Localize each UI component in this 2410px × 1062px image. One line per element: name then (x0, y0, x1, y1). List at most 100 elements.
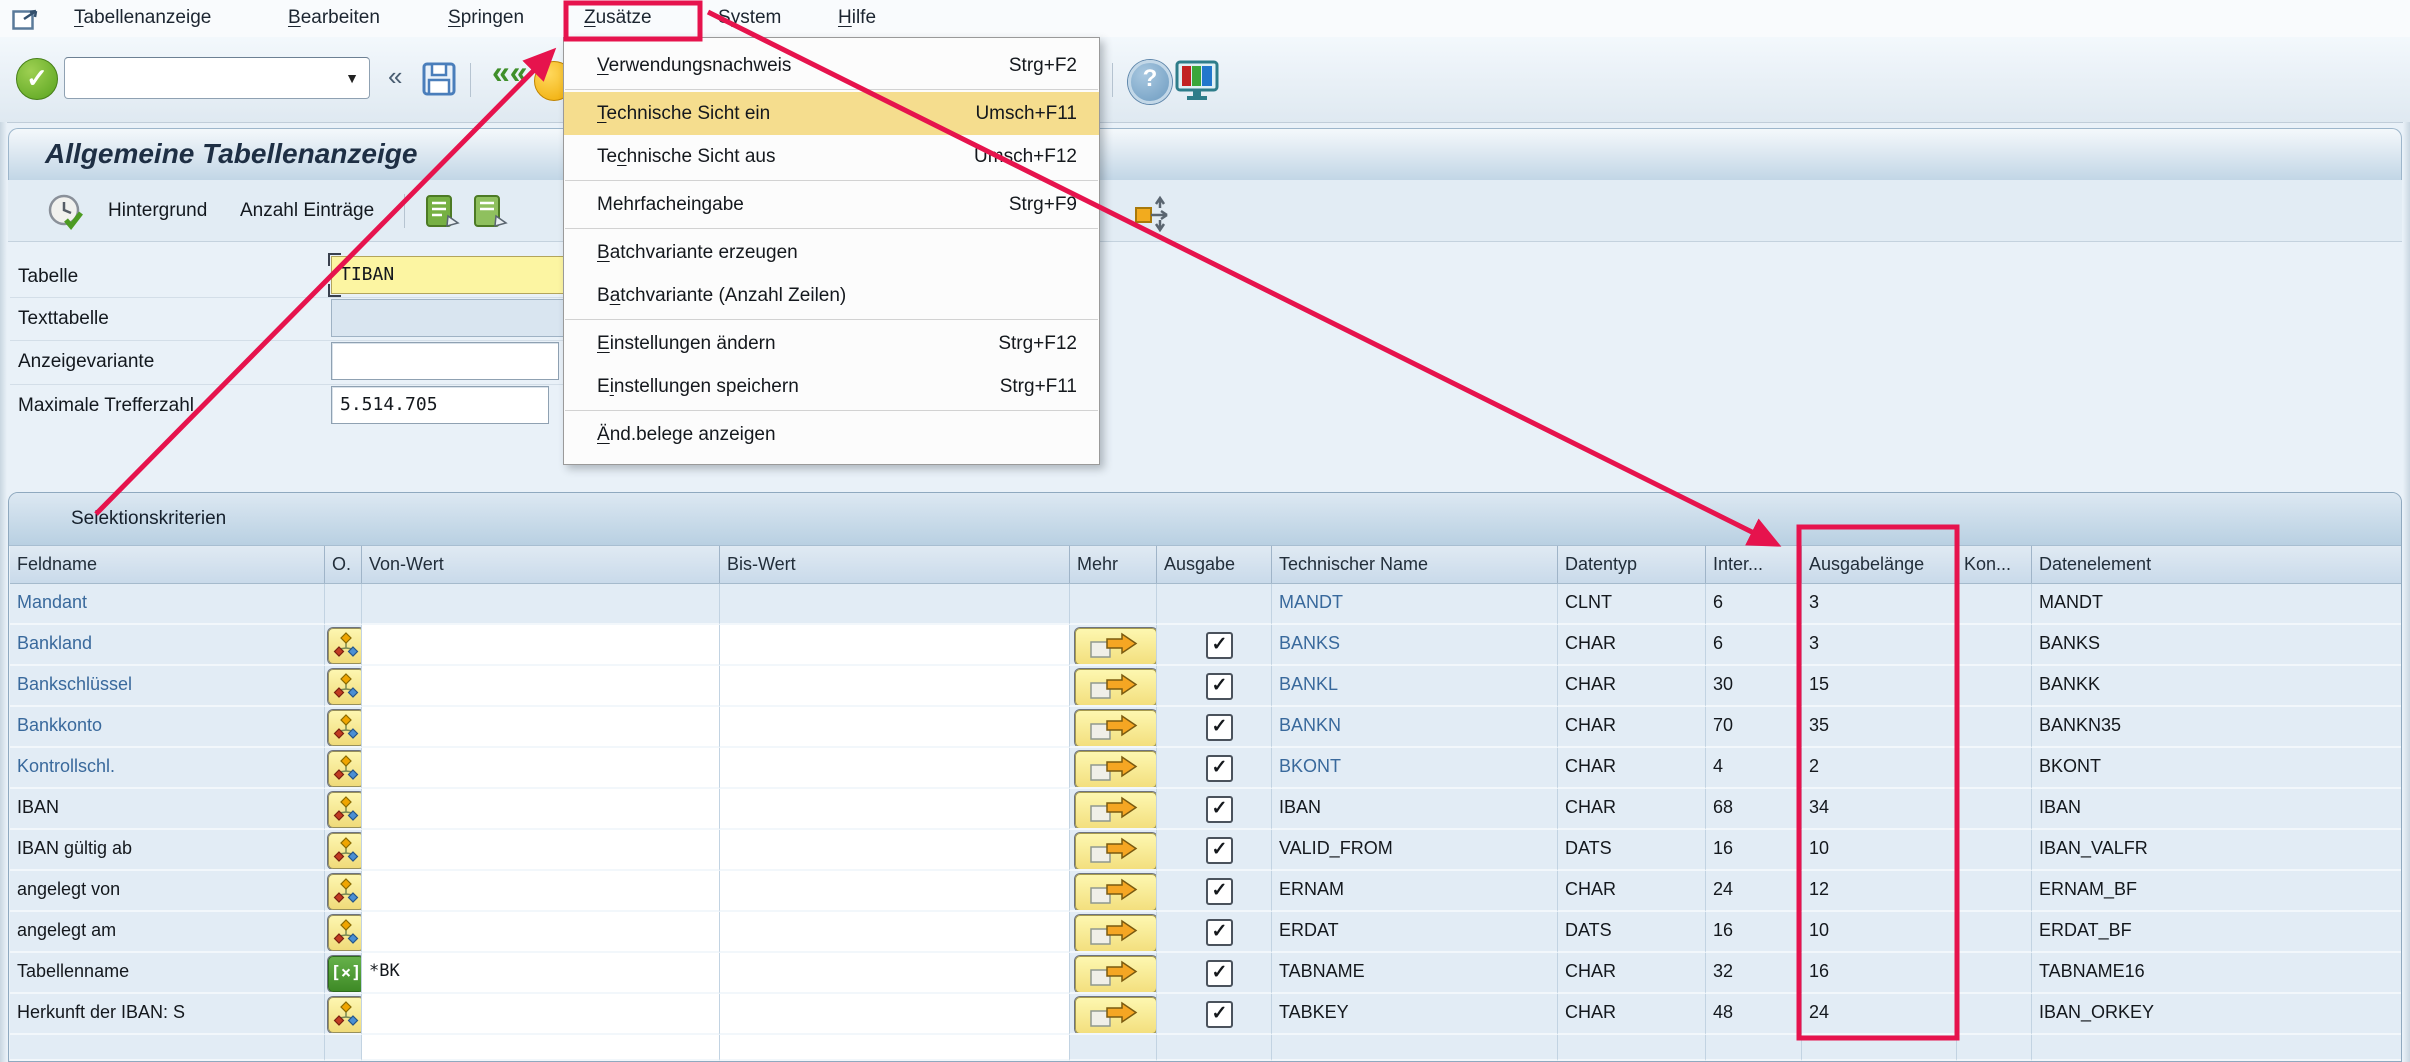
cell-ausgabe[interactable]: ✓ (1157, 748, 1272, 789)
mehr-button[interactable] (1075, 669, 1157, 706)
cell-mehr[interactable] (1070, 953, 1157, 994)
cell-ausgabe[interactable]: ✓ (1157, 994, 1272, 1035)
ausgabe-checkbox[interactable]: ✓ (1206, 960, 1233, 987)
column-header-ausgabelänge[interactable]: Ausgabelänge (1802, 546, 1957, 583)
chevron-down-icon[interactable]: ▼ (345, 70, 359, 86)
column-header-inter-[interactable]: Inter... (1706, 546, 1802, 583)
cell-mehr[interactable] (1070, 666, 1157, 707)
select-all-icon[interactable] (424, 194, 462, 230)
customize-layout-icon[interactable] (1174, 59, 1220, 101)
cell-option[interactable] (325, 707, 362, 748)
control-menu-icon[interactable] (12, 8, 40, 30)
cell-bis-wert[interactable] (720, 625, 1070, 666)
menubar-item-system[interactable]: System (718, 0, 781, 36)
field-selection-icon[interactable] (1132, 194, 1176, 232)
cell-option[interactable] (325, 789, 362, 830)
menubar-item-springen[interactable]: Springen (448, 0, 524, 36)
menu-item-einstellungen-ändern[interactable]: Einstellungen ändernStrg+F12 (564, 322, 1099, 365)
ausgabe-checkbox[interactable]: ✓ (1206, 714, 1233, 741)
cell-ausgabe[interactable]: ✓ (1157, 666, 1272, 707)
cell-mehr[interactable] (1070, 830, 1157, 871)
column-header-feldname[interactable]: Feldname (10, 546, 325, 583)
ausgabe-checkbox[interactable]: ✓ (1206, 673, 1233, 700)
cell-bis-wert[interactable] (720, 666, 1070, 707)
mehr-button[interactable] (1075, 997, 1157, 1034)
cell-bis-wert[interactable] (720, 830, 1070, 871)
selection-options-icon[interactable] (328, 751, 362, 787)
menubar-item-tabellenanzeige[interactable]: Tabellenanzeige (74, 0, 211, 36)
column-header-kon-[interactable]: Kon... (1957, 546, 2032, 583)
command-field[interactable]: ▼ (64, 57, 370, 99)
save-icon[interactable] (420, 60, 458, 98)
cell-ausgabe[interactable]: ✓ (1157, 912, 1272, 953)
menubar-item-bearbeiten[interactable]: Bearbeiten (288, 0, 380, 36)
cell-mehr[interactable] (1070, 748, 1157, 789)
cell-bis-wert[interactable] (720, 953, 1070, 994)
cell-von-wert[interactable]: *BK (362, 953, 720, 994)
column-header-mehr[interactable]: Mehr (1070, 546, 1157, 583)
ausgabe-checkbox[interactable]: ✓ (1206, 632, 1233, 659)
menu-item-änd-belege-anzeigen[interactable]: Änd.belege anzeigen (564, 413, 1099, 456)
ausgabe-checkbox[interactable]: ✓ (1206, 919, 1233, 946)
cell-option[interactable]: [×] (325, 953, 362, 994)
cell-von-wert[interactable] (362, 707, 720, 748)
cell-option[interactable] (325, 830, 362, 871)
menu-item-batchvariante-anzahl-zeilen-[interactable]: Batchvariante (Anzahl Zeilen) (564, 274, 1099, 317)
menubar-item-hilfe[interactable]: Hilfe (838, 0, 876, 36)
selection-options-icon[interactable] (328, 628, 362, 664)
mehr-button[interactable] (1075, 751, 1157, 788)
cell-mehr[interactable] (1070, 789, 1157, 830)
menubar-item-zus-tze[interactable]: Zusätze (584, 0, 652, 36)
cell-von-wert[interactable] (362, 912, 720, 953)
cell-mehr[interactable] (1070, 707, 1157, 748)
cell-bis-wert[interactable] (720, 789, 1070, 830)
cell-bis-wert[interactable] (720, 748, 1070, 789)
cell-von-wert[interactable] (362, 666, 720, 707)
selection-options-icon[interactable] (328, 833, 362, 869)
help-icon[interactable]: ? (1128, 60, 1172, 104)
hintergrund-button[interactable]: Hintergrund (108, 180, 207, 242)
back-icon[interactable]: «« (492, 54, 528, 91)
cell-von-wert[interactable] (362, 625, 720, 666)
cell-bis-wert[interactable] (720, 707, 1070, 748)
mehr-button[interactable] (1075, 956, 1157, 993)
mehr-button[interactable] (1075, 915, 1157, 952)
enter-icon[interactable]: ✓ (16, 58, 58, 100)
cell-ausgabe[interactable]: ✓ (1157, 871, 1272, 912)
cell-von-wert[interactable] (362, 830, 720, 871)
cell-ausgabe[interactable]: ✓ (1157, 789, 1272, 830)
menu-item-verwendungsnachweis[interactable]: VerwendungsnachweisStrg+F2 (564, 44, 1099, 87)
cell-bis-wert[interactable] (720, 1035, 1070, 1061)
cell-mehr[interactable] (1070, 871, 1157, 912)
column-header-o-[interactable]: O. (325, 546, 362, 583)
selection-options-icon[interactable] (328, 792, 362, 828)
selection-options-icon[interactable] (328, 710, 362, 746)
cell-ausgabe[interactable]: ✓ (1157, 953, 1272, 994)
selection-options-icon[interactable] (328, 997, 362, 1033)
cell-von-wert[interactable] (362, 789, 720, 830)
column-header-technischer-name[interactable]: Technischer Name (1272, 546, 1558, 583)
ausgabe-checkbox[interactable]: ✓ (1206, 878, 1233, 905)
cell-mehr[interactable] (1070, 912, 1157, 953)
cell-von-wert[interactable] (362, 748, 720, 789)
cell-mehr[interactable] (1070, 625, 1157, 666)
anzeigevariante-input[interactable] (331, 342, 559, 380)
column-header-von-wert[interactable]: Von-Wert (362, 546, 720, 583)
deselect-all-icon[interactable] (472, 194, 510, 230)
execute-icon[interactable] (46, 192, 86, 232)
ausgabe-checkbox[interactable]: ✓ (1206, 1001, 1233, 1028)
cell-bis-wert[interactable] (720, 912, 1070, 953)
mehr-button[interactable] (1075, 710, 1157, 747)
cell-mehr[interactable] (1070, 994, 1157, 1035)
cell-von-wert[interactable] (362, 1035, 720, 1061)
mehr-button[interactable] (1075, 874, 1157, 911)
mehr-button[interactable] (1075, 792, 1157, 829)
mehr-button[interactable] (1075, 628, 1157, 665)
column-header-datentyp[interactable]: Datentyp (1558, 546, 1706, 583)
column-header-bis-wert[interactable]: Bis-Wert (720, 546, 1070, 583)
menu-item-technische-sicht-ein[interactable]: Technische Sicht einUmsch+F11 (564, 92, 1099, 135)
selection-options-icon[interactable] (328, 669, 362, 705)
cell-option[interactable] (325, 994, 362, 1035)
cell-bis-wert[interactable] (720, 994, 1070, 1035)
ausgabe-checkbox[interactable]: ✓ (1206, 755, 1233, 782)
